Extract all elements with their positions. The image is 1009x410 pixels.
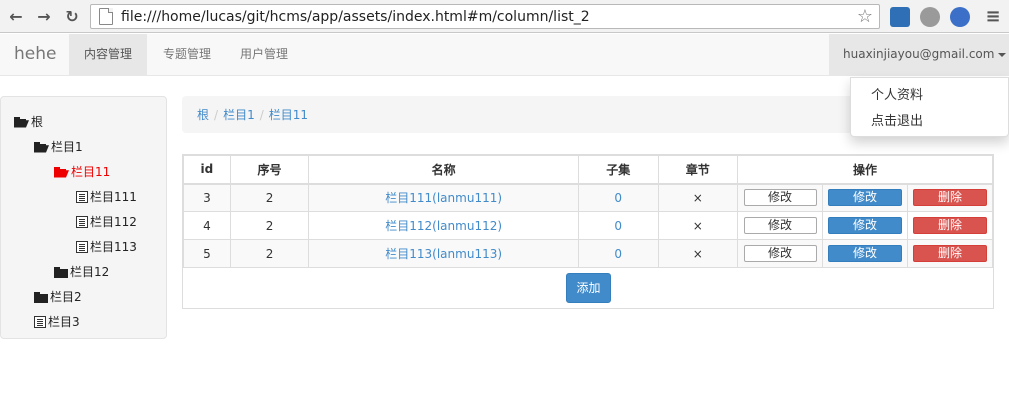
delete-button[interactable]: 删除: [912, 217, 987, 234]
tree-item-label: 栏目2: [50, 290, 82, 304]
cell-id: 4: [183, 211, 231, 240]
tree-item[interactable]: 栏目113: [76, 237, 137, 257]
cell-order: 2: [229, 183, 310, 212]
breadcrumb-column11[interactable]: 栏目11: [269, 106, 308, 123]
tree-item-label: 栏目112: [90, 215, 137, 229]
cell-chapter: ×: [657, 211, 739, 240]
back-icon[interactable]: ←: [5, 5, 27, 27]
folder-icon: [54, 266, 68, 278]
column-name-link[interactable]: 栏目111(lanmu111): [385, 191, 502, 205]
nav-user-management[interactable]: 用户管理: [225, 34, 303, 75]
delete-button[interactable]: 删除: [912, 189, 987, 207]
tree-item[interactable]: 栏目2: [34, 287, 82, 307]
column-table: id 序号 名称 子集 章节 操作 3 2 栏目111(lanmu111) 0 × 修改修…: [183, 155, 994, 268]
children-count-link[interactable]: 0: [614, 247, 622, 261]
list-icon: [76, 216, 88, 228]
table-row: 3 2 栏目111(lanmu111) 0 × 修改 修改 删除: [183, 183, 994, 212]
edit-button[interactable]: 修改: [743, 245, 817, 262]
folder-open-icon: [14, 116, 29, 128]
tree-item-label: 根: [31, 115, 44, 129]
edit-button[interactable]: 修改: [743, 217, 817, 234]
edit-primary-button[interactable]: 修改: [827, 245, 902, 262]
cell-children: 0: [577, 211, 659, 240]
extension-v-icon[interactable]: [920, 7, 940, 27]
table-header-row: id 序号 名称 子集 章节 操作: [183, 155, 993, 185]
tree-item-label: 栏目12: [70, 265, 110, 279]
header-name: 名称: [308, 155, 579, 185]
tree-item-label: 栏目11: [71, 165, 111, 179]
nav-topic-management[interactable]: 专题管理: [148, 34, 226, 75]
breadcrumb-column1[interactable]: 栏目1: [223, 106, 255, 123]
menu-item-logout[interactable]: 点击退出: [851, 109, 1008, 135]
edit-button[interactable]: 修改: [743, 189, 817, 207]
cell-order: 2: [229, 239, 310, 268]
brand[interactable]: hehe: [14, 44, 56, 64]
tree-item-label: 栏目111: [90, 190, 137, 204]
cell-chapter: ×: [657, 239, 739, 268]
header-children: 子集: [577, 155, 659, 185]
children-count-link[interactable]: 0: [614, 191, 622, 205]
breadcrumb-separator: /: [259, 107, 264, 122]
page-icon: [99, 8, 113, 25]
extension-image-icon[interactable]: [890, 7, 910, 27]
column-name-link[interactable]: 栏目112(lanmu112): [385, 219, 502, 233]
folder-open-icon: [54, 166, 69, 178]
folder-icon: [34, 291, 48, 303]
tree-item[interactable]: 栏目3: [34, 312, 80, 332]
add-button[interactable]: 添加: [566, 273, 611, 303]
caret-down-icon: [998, 52, 1007, 57]
cell-chapter: ×: [657, 183, 739, 212]
cell-name: 栏目113(lanmu113): [308, 239, 579, 268]
cell-children: 0: [577, 183, 659, 212]
children-count-link[interactable]: 0: [614, 219, 622, 233]
address-bar[interactable]: file:///home/lucas/git/hcms/app/assets/i…: [90, 4, 880, 29]
cell-id: 3: [183, 183, 231, 212]
breadcrumb-root[interactable]: 根: [197, 106, 209, 123]
folder-open-icon: [34, 141, 49, 153]
nav-content-management[interactable]: 内容管理: [69, 34, 148, 75]
bookmark-star-icon[interactable]: ☆: [857, 6, 873, 27]
menu-item-profile[interactable]: 个人资料: [851, 83, 1008, 109]
reload-icon[interactable]: ↻: [61, 5, 83, 27]
list-icon: [34, 316, 46, 328]
table-row: 5 2 栏目113(lanmu113) 0 × 修改 修改 删除: [183, 239, 994, 268]
cell-id: 5: [183, 239, 231, 268]
menu-icon[interactable]: ≡: [982, 5, 1004, 27]
tree-item[interactable]: 栏目111: [76, 187, 137, 207]
header-chapter: 章节: [657, 155, 739, 185]
tree-item-label: 栏目3: [48, 315, 80, 329]
table-row: 4 2 栏目112(lanmu112) 0 × 修改 修改 删除: [183, 211, 994, 240]
tree-item[interactable]: 栏目1: [34, 137, 83, 157]
header-order: 序号: [229, 155, 310, 185]
edit-primary-button[interactable]: 修改: [827, 217, 902, 234]
cell-name: 栏目112(lanmu112): [308, 211, 579, 240]
app-navbar: hehe 内容管理 专题管理 用户管理 huaxinjiayou@gmail.c…: [0, 34, 1009, 76]
header-id: id: [183, 155, 231, 185]
tree-item[interactable]: 根: [14, 112, 43, 132]
user-menu-toggle[interactable]: huaxinjiayou@gmail.com: [829, 34, 1009, 75]
url-text[interactable]: file:///home/lucas/git/hcms/app/assets/i…: [121, 9, 857, 25]
breadcrumb-separator: /: [214, 107, 219, 122]
tree-item-label: 栏目1: [51, 140, 83, 154]
edit-primary-button[interactable]: 修改: [827, 189, 902, 207]
list-icon: [76, 241, 88, 253]
user-dropdown-menu: 个人资料 点击退出: [850, 77, 1009, 137]
delete-button[interactable]: 删除: [912, 245, 987, 262]
column-table-panel: id 序号 名称 子集 章节 操作 3 2 栏目111(lanmu111) 0 × 修改修…: [182, 154, 994, 309]
user-email: huaxinjiayou@gmail.com: [843, 47, 995, 61]
list-icon: [76, 191, 88, 203]
cell-children: 0: [577, 239, 659, 268]
tree-item[interactable]: 栏目12: [54, 262, 109, 282]
tree-item[interactable]: 栏目11: [54, 162, 110, 182]
tree-item[interactable]: 栏目112: [76, 212, 137, 232]
browser-toolbar: ← → ↻ file:///home/lucas/git/hcms/app/as…: [0, 0, 1009, 33]
column-name-link[interactable]: 栏目113(lanmu113): [385, 247, 502, 261]
tree-item-label: 栏目113: [90, 240, 137, 254]
forward-icon[interactable]: →: [33, 5, 55, 27]
cell-name: 栏目111(lanmu111): [308, 183, 579, 212]
cell-order: 2: [229, 211, 310, 240]
extension-badge-icon[interactable]: [950, 7, 970, 27]
header-actions: 操作: [737, 155, 993, 185]
